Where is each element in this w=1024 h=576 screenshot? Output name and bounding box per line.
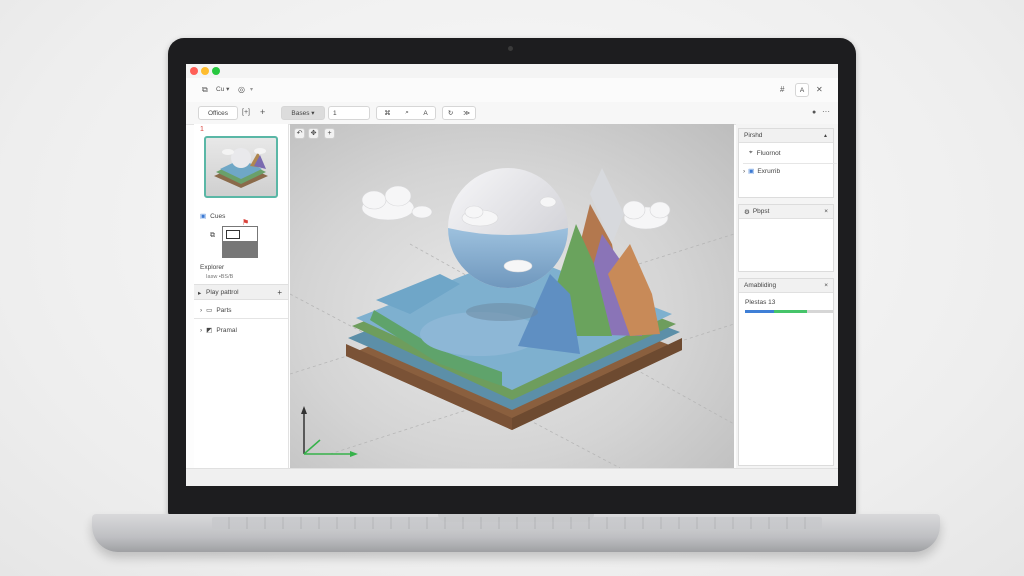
explorer-label: Explorer (200, 264, 225, 271)
secondary-toolbar: Offices [+] + Bases ▾ 1 ⌘ ⌕ A ↻ ≫ ● ··· (186, 102, 838, 125)
tool-group: ⌘ ⌕ A (376, 106, 436, 120)
add-button[interactable]: + (260, 107, 265, 117)
view-group: ↻ ≫ (442, 106, 476, 120)
app-window: ⧉ Cu ▾ ◎ ▾ # A ✕ Offices [+] + Bases ▾ 1… (186, 64, 838, 486)
text-tool-button[interactable]: A (795, 83, 809, 97)
flag-icon: ⚑ (242, 218, 250, 227)
page-value: 1 (333, 109, 337, 117)
camera-icon (508, 46, 513, 51)
edit-menu-label: Cu (216, 86, 225, 93)
minimize-window-button[interactable] (201, 67, 209, 75)
link-icon: ⧉ (210, 232, 215, 239)
assembly-header[interactable]: Amabliding × (739, 279, 833, 293)
laptop-base (92, 514, 940, 552)
chevron-down-icon[interactable]: ▾ (250, 85, 253, 95)
asset-fill (223, 241, 257, 257)
edit-menu[interactable]: Cu ▾ (216, 85, 229, 95)
laptop-lid: ⧉ Cu ▾ ◎ ▾ # A ✕ Offices [+] + Bases ▾ 1… (168, 38, 856, 516)
asset-frame (222, 226, 258, 258)
properties-item-label: Fluornot (756, 149, 781, 157)
assembly-panel: Amabliding × Plestas 13 (738, 278, 834, 466)
expand-icon: ▸ (198, 290, 202, 297)
properties-title: Pirshd (744, 132, 763, 139)
paint-header[interactable]: ⚙ Pbpst × (739, 205, 833, 219)
left-panel: 1 ▣ Cues ⚑ ⧉ Explorer Iasw •BS/B ▸ Play … (194, 124, 289, 468)
insert-icon[interactable]: [+] (242, 108, 250, 118)
3d-viewport[interactable]: ↶ ✥ + (290, 124, 734, 468)
copy-icon[interactable]: ⧉ (202, 85, 208, 95)
assembly-title: Amabliding (744, 282, 777, 289)
zoom-icon[interactable]: ⌕ (405, 109, 409, 117)
folder-icon: ▭ (206, 307, 213, 314)
progress-label: Plestas 13 (745, 299, 776, 306)
divider (743, 163, 837, 164)
close-window-button[interactable] (190, 67, 198, 75)
page-field[interactable]: 1 (328, 106, 370, 120)
collapse-icon[interactable]: ▲ (823, 133, 828, 139)
folder-icon: ▣ (200, 213, 207, 220)
workspace-label: Offices (207, 109, 229, 117)
divider (194, 318, 288, 319)
assets-label: Cues (210, 212, 226, 220)
list-item-label: Pramal (216, 326, 237, 334)
properties-item[interactable]: › ▣ Exrurrib (743, 167, 781, 176)
text-icon: A (799, 86, 805, 94)
title-bar (186, 64, 838, 79)
progress-green-segment (774, 310, 807, 313)
paint-title: Pbpst (752, 208, 770, 215)
properties-panel: Pirshd ▲ ⌖ Fluornot › ▣ Exrurrib (738, 128, 837, 198)
grid-icon[interactable]: # (780, 85, 784, 95)
close-icon[interactable]: ✕ (816, 85, 823, 95)
hierarchy-title: Play pattrol (206, 289, 239, 296)
mode-dropdown-label: Bases (291, 109, 310, 117)
main-toolbar: ⧉ Cu ▾ ◎ ▾ # A ✕ (186, 78, 838, 103)
cube-icon: ▣ (748, 168, 755, 175)
status-bar (186, 468, 838, 486)
list-item-label: Parts (216, 306, 232, 314)
properties-item[interactable]: ⌖ Fluornot (749, 149, 781, 157)
text-tool-icon[interactable]: A (423, 110, 427, 117)
asset-preview[interactable]: ⚑ ⧉ (210, 218, 258, 258)
list-item[interactable]: › ▭ Parts (200, 304, 232, 316)
progress-blue-segment (745, 310, 775, 313)
layers-icon: ⌖ (749, 149, 753, 156)
close-icon[interactable]: × (824, 282, 828, 289)
progress-bar (745, 310, 833, 313)
scene-render (290, 168, 734, 468)
add-label: + (260, 107, 266, 117)
asset-inner (226, 230, 240, 239)
paint-panel: ⚙ Pbpst × (738, 204, 834, 272)
image-icon: ◩ (206, 327, 213, 334)
maximize-window-button[interactable] (212, 67, 220, 75)
background: ⧉ Cu ▾ ◎ ▾ # A ✕ Offices [+] + Bases ▾ 1… (0, 0, 1024, 576)
hierarchy-header[interactable]: ▸ Play pattrol + (194, 284, 288, 300)
fingerprint-icon[interactable]: ◎ (238, 85, 245, 95)
workspace-selector[interactable]: Offices (198, 106, 238, 120)
close-icon[interactable]: × (824, 208, 828, 215)
keyboard-edge (212, 517, 822, 529)
transform-icon[interactable]: ⌘ (384, 109, 391, 117)
more-icon[interactable]: ··· (822, 107, 830, 117)
settings-icon: ⚙ (744, 208, 750, 216)
explorer-sub-label: Iasw •BS/B (206, 274, 234, 280)
right-panel: Pirshd ▲ ⌖ Fluornot › ▣ Exrurrib ⚙ Pbpst… (736, 124, 838, 468)
chevron-right-icon: › (200, 306, 203, 314)
thumbnail-image (214, 148, 268, 188)
chevron-right-icon: › (200, 326, 203, 334)
chevron-right-icon: › (743, 167, 746, 175)
axis-gizmo (301, 406, 358, 457)
chevron-icon[interactable]: ≫ (463, 109, 470, 117)
hierarchy-add-button[interactable]: + (277, 288, 282, 297)
properties-item-label: Exrurrib (757, 167, 781, 175)
mode-dropdown[interactable]: Bases ▾ (281, 106, 325, 120)
rotate-icon[interactable]: ↻ (448, 109, 453, 117)
scene-thumbnail[interactable] (204, 136, 278, 198)
properties-header[interactable]: Pirshd ▲ (739, 129, 833, 143)
list-item[interactable]: › ◩ Pramal (200, 324, 237, 336)
marker-label: 1 (200, 126, 204, 133)
status-dot-icon: ● (812, 109, 817, 116)
